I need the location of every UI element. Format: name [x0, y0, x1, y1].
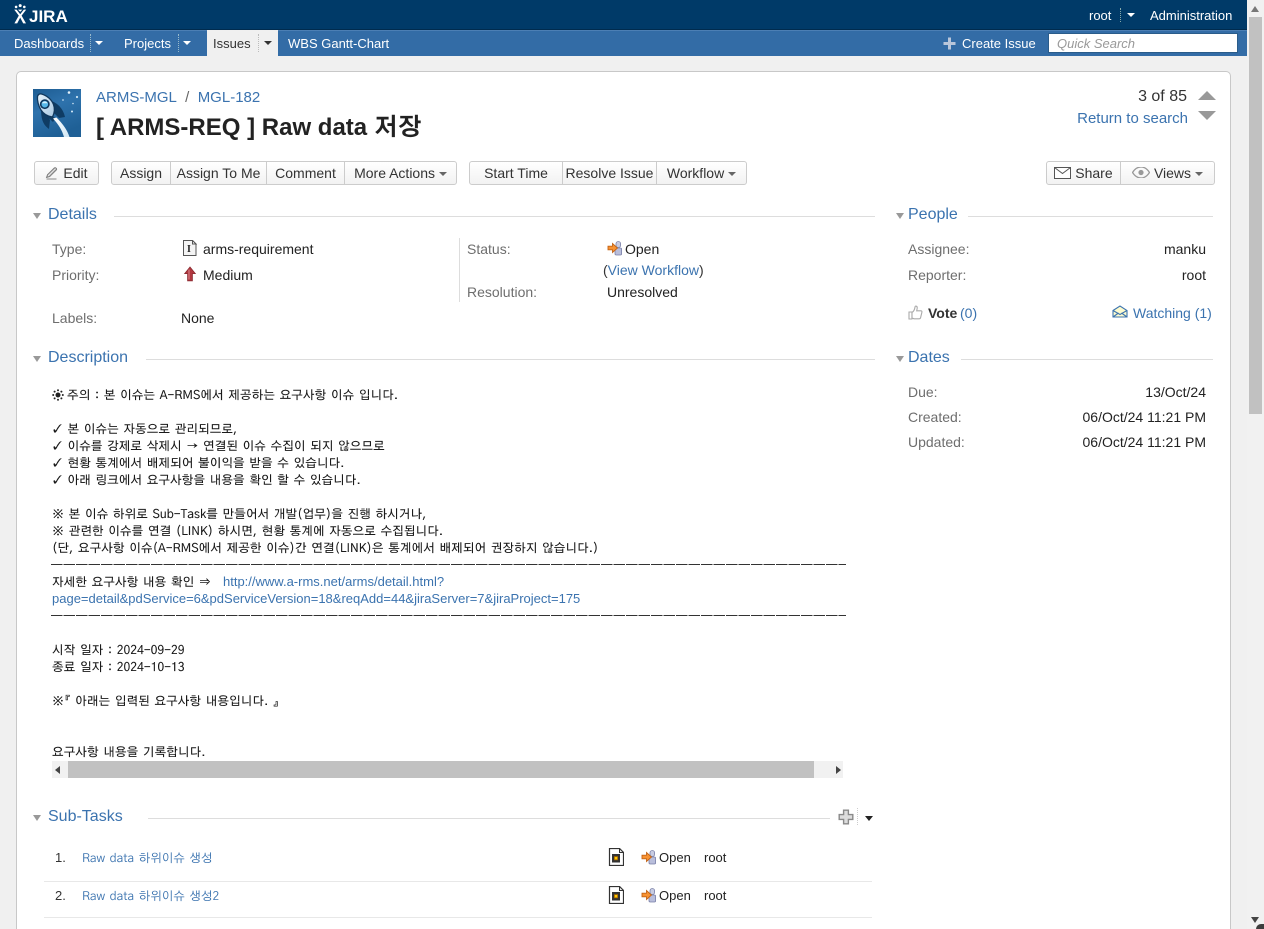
svg-text:JIRA: JIRA [29, 7, 68, 26]
svg-text:I: I [187, 244, 191, 255]
